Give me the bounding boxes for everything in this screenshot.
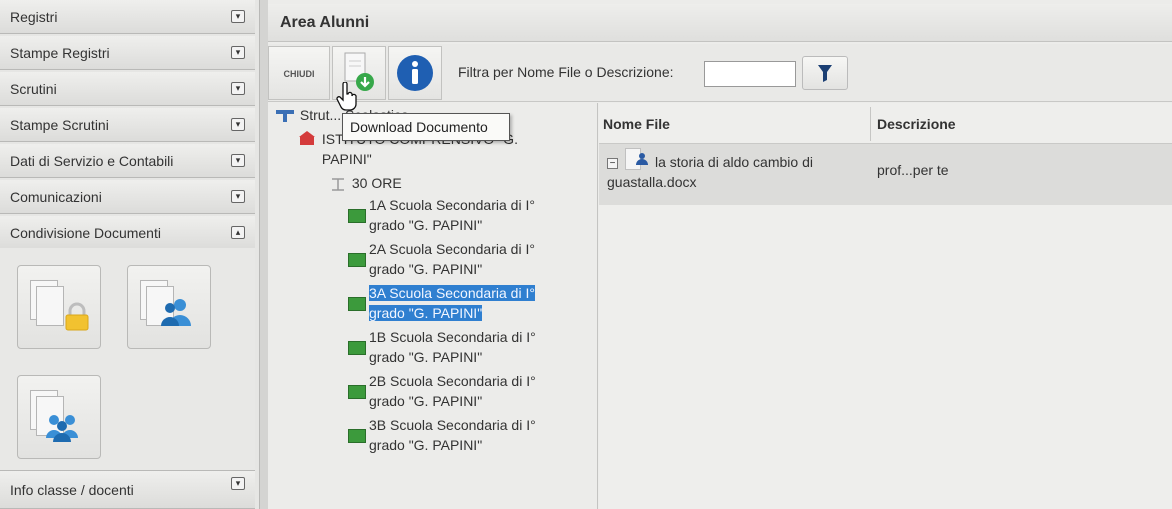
group-icon (46, 415, 78, 442)
sidebar-item-label: Registri (10, 9, 58, 25)
private-documents-button[interactable] (17, 265, 101, 349)
users-icon (161, 299, 191, 326)
school-label-cont: PAPINI" (321, 151, 372, 167)
sidebar-item-label: Info classe / docenti (10, 482, 134, 498)
shared-with-user-button[interactable] (127, 265, 211, 349)
hand-cursor-icon (336, 82, 357, 111)
column-header-file-name[interactable]: Nome File (599, 107, 871, 141)
lock-icon (65, 302, 89, 331)
expand-icon[interactable]: ▾ (231, 154, 245, 167)
sidebar-item-registri[interactable]: Registri ▾ (0, 0, 255, 34)
file-description: prof...per te (877, 162, 949, 178)
class-label-cont: grado "G. PAPINI" (369, 393, 483, 409)
file-name-cont: guastalla.docx (607, 174, 697, 190)
class-icon (348, 253, 366, 267)
page-title: Area Alunni (268, 4, 1172, 42)
sidebar-item-label: Condivisione Documenti (10, 225, 161, 241)
group-branch-icon (332, 178, 344, 192)
class-label-cont: grado "G. PAPINI" (369, 305, 483, 321)
expand-icon[interactable]: ▾ (231, 477, 245, 490)
table-row[interactable]: − la storia di aldo cambio di guastalla.… (599, 143, 1172, 205)
class-label: 2A Scuola Secondaria di I° (369, 241, 535, 257)
expand-icon[interactable]: ▾ (231, 190, 245, 203)
class-label-cont: grado "G. PAPINI" (369, 437, 483, 453)
sidebar-item-info-classe[interactable]: Info classe / docenti ▾ (0, 470, 255, 509)
school-structure-tree: Strut... Scolastica ISTITUTO COMPRENSIVO… (268, 103, 598, 509)
tree-node-class-3a[interactable]: 3A Scuola Secondaria di I° grado "G. PAP… (346, 283, 586, 327)
shared-with-group-button[interactable] (17, 375, 101, 459)
filter-input[interactable] (704, 61, 796, 87)
tree-node-class-2b[interactable]: 2B Scuola Secondaria di I° grado "G. PAP… (346, 371, 586, 415)
class-icon (348, 209, 366, 223)
sidebar-item-dati-servizio[interactable]: Dati di Servizio e Contabili ▾ (0, 144, 255, 178)
expand-icon[interactable]: ▾ (231, 118, 245, 131)
class-label-cont: grado "G. PAPINI" (369, 261, 483, 277)
class-icon (348, 341, 366, 355)
tree-node-class-2a[interactable]: 2A Scuola Secondaria di I° grado "G. PAP… (346, 239, 586, 283)
filter-icon (818, 65, 832, 82)
filter-label: Filtra per Nome File o Descrizione: (458, 64, 674, 80)
file-grid: Nome File Descrizione − la storia di ald… (599, 103, 1172, 509)
sidebar-item-condivisione-documenti[interactable]: Condivisione Documenti ▴ (0, 216, 255, 250)
sidebar: Registri ▾ Stampe Registri ▾ Scrutini ▾ … (0, 0, 260, 509)
class-label: 3B Scuola Secondaria di I° (369, 417, 536, 433)
class-icon (348, 429, 366, 443)
column-header-description[interactable]: Descrizione (873, 107, 1172, 141)
tree-node-class-1a[interactable]: 1A Scuola Secondaria di I° grado "G. PAP… (346, 195, 586, 239)
collapse-icon[interactable]: ▴ (231, 226, 245, 239)
file-name: la storia di aldo cambio di (655, 154, 813, 170)
document-icon (36, 286, 64, 326)
tree-node-class-3b[interactable]: 3B Scuola Secondaria di I° grado "G. PAP… (346, 415, 586, 459)
tooltip: Download Documento (342, 113, 510, 141)
class-label: 1A Scuola Secondaria di I° (369, 197, 535, 213)
class-icon (348, 297, 366, 311)
structure-icon (276, 110, 294, 123)
info-icon (397, 55, 433, 91)
tree-node-class-1b[interactable]: 1B Scuola Secondaria di I° grado "G. PAP… (346, 327, 586, 371)
document-sharing-panel (0, 248, 255, 470)
class-label-cont: grado "G. PAPINI" (369, 349, 483, 365)
class-label: 1B Scuola Secondaria di I° (369, 329, 536, 345)
class-label-cont: grado "G. PAPINI" (369, 217, 483, 233)
sidebar-item-label: Stampe Registri (10, 45, 110, 61)
filter-button[interactable] (802, 56, 848, 90)
main-panel: Area Alunni CHIUDI Filtra per Nome File … (268, 0, 1172, 509)
sidebar-item-label: Stampe Scrutini (10, 117, 109, 133)
close-button[interactable]: CHIUDI (268, 46, 330, 100)
class-icon (348, 385, 366, 399)
expand-icon[interactable]: ▾ (231, 10, 245, 23)
sidebar-item-label: Scrutini (10, 81, 57, 97)
expand-icon[interactable]: ▾ (231, 46, 245, 59)
class-label: 3A Scuola Secondaria di I° (369, 285, 535, 301)
expand-icon[interactable]: ▾ (231, 82, 245, 95)
school-icon (299, 131, 315, 145)
sidebar-item-stampe-registri[interactable]: Stampe Registri ▾ (0, 36, 255, 70)
sidebar-item-label: Comunicazioni (10, 189, 102, 205)
info-button[interactable] (388, 46, 442, 100)
sidebar-item-comunicazioni[interactable]: Comunicazioni ▾ (0, 180, 255, 214)
sidebar-item-stampe-scrutini[interactable]: Stampe Scrutini ▾ (0, 108, 255, 142)
class-label: 2B Scuola Secondaria di I° (369, 373, 536, 389)
sidebar-item-scrutini[interactable]: Scrutini ▾ (0, 72, 255, 106)
sidebar-item-label: Dati di Servizio e Contabili (10, 153, 174, 169)
toolbar: CHIUDI Filtra per Nome File o Descrizion… (268, 44, 1172, 102)
tree-node-group[interactable]: 30 ORE (328, 175, 402, 192)
group-label: 30 ORE (351, 175, 402, 191)
